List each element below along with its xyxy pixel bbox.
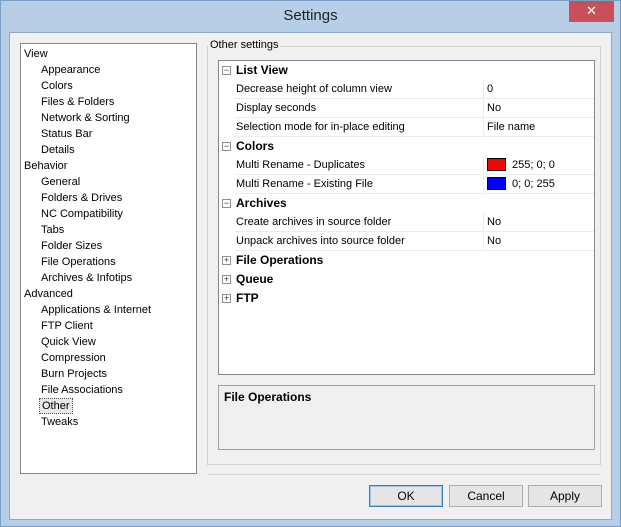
category-row[interactable]: + FTP bbox=[219, 289, 594, 308]
property-value[interactable]: File name bbox=[485, 118, 594, 137]
dialog-client-area: View Appearance Colors Files & Folders Netwo… bbox=[9, 32, 612, 520]
tree-item[interactable]: Details bbox=[39, 142, 77, 158]
expand-icon[interactable]: + bbox=[222, 275, 231, 284]
description-panel: File Operations bbox=[218, 385, 595, 450]
property-row[interactable]: Decrease height of column view 0 bbox=[219, 80, 594, 99]
tree-item[interactable]: Applications & Internet bbox=[39, 302, 153, 318]
tree-item[interactable]: Status Bar bbox=[39, 126, 94, 142]
collapse-icon[interactable]: − bbox=[222, 66, 231, 75]
tree-item[interactable]: Other bbox=[39, 398, 73, 414]
property-value-text: 255; 0; 0 bbox=[512, 159, 555, 171]
ok-button[interactable]: OK bbox=[369, 485, 443, 507]
property-row[interactable]: Multi Rename - Duplicates 255; 0; 0 bbox=[219, 156, 594, 175]
tree-item[interactable]: Tweaks bbox=[39, 414, 80, 430]
tree-item[interactable]: Appearance bbox=[39, 62, 102, 78]
property-name: Display seconds bbox=[235, 99, 484, 118]
tree-item[interactable]: Folders & Drives bbox=[39, 190, 124, 206]
category-label: FTP bbox=[236, 291, 259, 305]
close-button[interactable]: ✕ bbox=[569, 1, 614, 22]
tree-item[interactable]: Burn Projects bbox=[39, 366, 109, 382]
tree-item[interactable]: Tabs bbox=[39, 222, 66, 238]
category-row[interactable]: + File Operations bbox=[219, 251, 594, 270]
category-label: Archives bbox=[236, 196, 287, 210]
property-value[interactable]: 0 bbox=[485, 80, 594, 99]
window-title: Settings bbox=[283, 7, 338, 24]
separator bbox=[207, 474, 601, 475]
tree-item[interactable]: Advanced bbox=[22, 286, 75, 302]
property-value[interactable]: No bbox=[485, 232, 594, 251]
category-label: List View bbox=[236, 63, 288, 77]
category-label: Colors bbox=[236, 139, 275, 153]
property-name: Multi Rename - Duplicates bbox=[235, 156, 484, 175]
apply-button[interactable]: Apply bbox=[528, 485, 602, 507]
tree-item[interactable]: Archives & Infotips bbox=[39, 270, 134, 286]
tree-item[interactable]: NC Compatibility bbox=[39, 206, 125, 222]
property-value[interactable]: 0; 0; 255 bbox=[485, 175, 594, 194]
property-grid[interactable]: − List View Decrease height of column view… bbox=[218, 60, 595, 375]
collapse-icon[interactable]: − bbox=[222, 199, 231, 208]
tree-item[interactable]: File Operations bbox=[39, 254, 118, 270]
property-row[interactable]: Selection mode for in-place editing File … bbox=[219, 118, 594, 137]
property-row[interactable]: Display seconds No bbox=[219, 99, 594, 118]
tree-item[interactable]: FTP Client bbox=[39, 318, 95, 334]
tree-item[interactable]: Colors bbox=[39, 78, 75, 94]
property-row[interactable]: Unpack archives into source folder No bbox=[219, 232, 594, 251]
property-row[interactable]: Multi Rename - Existing File 0; 0; 255 bbox=[219, 175, 594, 194]
property-name: Create archives in source folder bbox=[235, 213, 484, 232]
description-title: File Operations bbox=[224, 390, 312, 404]
property-value-text: No bbox=[487, 216, 502, 228]
property-name: Multi Rename - Existing File bbox=[235, 175, 484, 194]
category-row[interactable]: + Queue bbox=[219, 270, 594, 289]
cancel-button[interactable]: Cancel bbox=[449, 485, 523, 507]
tree-item[interactable]: Network & Sorting bbox=[39, 110, 132, 126]
color-swatch[interactable] bbox=[487, 177, 506, 190]
settings-tree[interactable]: View Appearance Colors Files & Folders Netwo… bbox=[20, 43, 197, 474]
category-row[interactable]: − Archives bbox=[219, 194, 594, 213]
color-swatch[interactable] bbox=[487, 158, 506, 171]
category-row[interactable]: − Colors bbox=[219, 137, 594, 156]
property-name: Unpack archives into source folder bbox=[235, 232, 484, 251]
expand-icon[interactable]: + bbox=[222, 256, 231, 265]
tree-item[interactable]: Compression bbox=[39, 350, 108, 366]
tree-item[interactable]: Quick View bbox=[39, 334, 98, 350]
property-value[interactable]: 255; 0; 0 bbox=[485, 156, 594, 175]
property-value[interactable]: No bbox=[485, 213, 594, 232]
property-value-text: File name bbox=[487, 121, 536, 133]
category-label: File Operations bbox=[236, 253, 324, 267]
property-value-text: 0; 0; 255 bbox=[512, 178, 555, 190]
tree-item[interactable]: File Associations bbox=[39, 382, 125, 398]
property-value-text: No bbox=[487, 235, 502, 247]
tree-item[interactable]: General bbox=[39, 174, 82, 190]
property-value-text: No bbox=[487, 102, 502, 114]
tree-item[interactable]: Behavior bbox=[22, 158, 69, 174]
expand-icon[interactable]: + bbox=[222, 294, 231, 303]
property-name: Decrease height of column view bbox=[235, 80, 484, 99]
property-value-text: 0 bbox=[487, 83, 494, 95]
tree-item[interactable]: Files & Folders bbox=[39, 94, 116, 110]
category-row[interactable]: − List View bbox=[219, 61, 594, 80]
category-label: Queue bbox=[236, 272, 274, 286]
collapse-icon[interactable]: − bbox=[222, 142, 231, 151]
tree-item[interactable]: Folder Sizes bbox=[39, 238, 104, 254]
property-row[interactable]: Create archives in source folder No bbox=[219, 213, 594, 232]
property-name: Selection mode for in-place editing bbox=[235, 118, 484, 137]
group-label: Other settings bbox=[208, 39, 281, 51]
settings-window: Settings ✕ View Appearance Colors Files & F… bbox=[0, 0, 621, 527]
property-value[interactable]: No bbox=[485, 99, 594, 118]
tree-item[interactable]: View bbox=[22, 46, 50, 62]
